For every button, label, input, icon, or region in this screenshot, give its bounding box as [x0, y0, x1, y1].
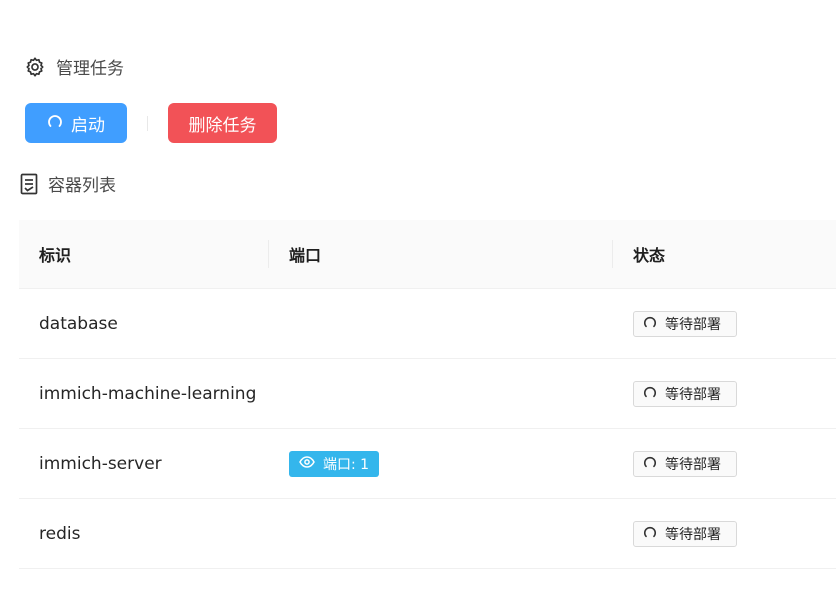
manage-title-text: 管理任务 — [56, 59, 124, 79]
container-id: immich-server — [39, 453, 162, 474]
port-badge[interactable]: 端口: 1 — [289, 450, 380, 477]
delete-button-label: 删除任务 — [188, 115, 257, 136]
manage-section-title: 管理任务 — [24, 54, 124, 79]
loading-icon — [47, 113, 63, 134]
document-list-icon — [20, 173, 38, 195]
eye-icon — [299, 455, 315, 472]
table-row: redis 等待部署 — [19, 499, 836, 569]
status-text: 等待部署 — [665, 526, 721, 543]
start-button[interactable]: 启动 — [25, 103, 127, 143]
loading-icon — [643, 385, 657, 403]
gear-icon — [24, 56, 46, 78]
start-button-label: 启动 — [71, 115, 105, 136]
loading-icon — [643, 525, 657, 543]
status-text: 等待部署 — [665, 386, 721, 403]
table-row: database 等待部署 — [19, 289, 836, 359]
port-text: 端口: 1 — [323, 456, 370, 473]
container-id: immich-machine-learning — [39, 383, 257, 404]
column-separator — [268, 240, 269, 268]
status-badge: 等待部署 — [633, 310, 737, 337]
table-row: immich-machine-learning 等待部署 — [19, 359, 836, 429]
status-badge: 等待部署 — [633, 450, 737, 477]
containers-section-title: 容器列表 — [20, 171, 116, 196]
button-divider — [147, 116, 148, 131]
column-header-port: 端口 — [289, 246, 322, 265]
column-separator — [612, 240, 613, 268]
delete-task-button[interactable]: 删除任务 — [168, 103, 277, 143]
column-header-status: 状态 — [633, 246, 666, 265]
status-badge: 等待部署 — [633, 380, 737, 407]
column-header-id: 标识 — [39, 246, 72, 265]
containers-title-text: 容器列表 — [48, 176, 116, 196]
loading-icon — [643, 315, 657, 333]
status-badge: 等待部署 — [633, 520, 737, 547]
container-id: redis — [39, 523, 81, 544]
table-header: 标识 端口 状态 — [19, 220, 836, 289]
status-text: 等待部署 — [665, 456, 721, 473]
table-row: immich-server 端口: 1 等待部署 — [19, 429, 836, 499]
container-id: database — [39, 313, 118, 334]
containers-table: 标识 端口 状态 database 等待部署 immich-machine-le… — [19, 220, 836, 569]
status-text: 等待部署 — [665, 316, 721, 333]
loading-icon — [643, 455, 657, 473]
